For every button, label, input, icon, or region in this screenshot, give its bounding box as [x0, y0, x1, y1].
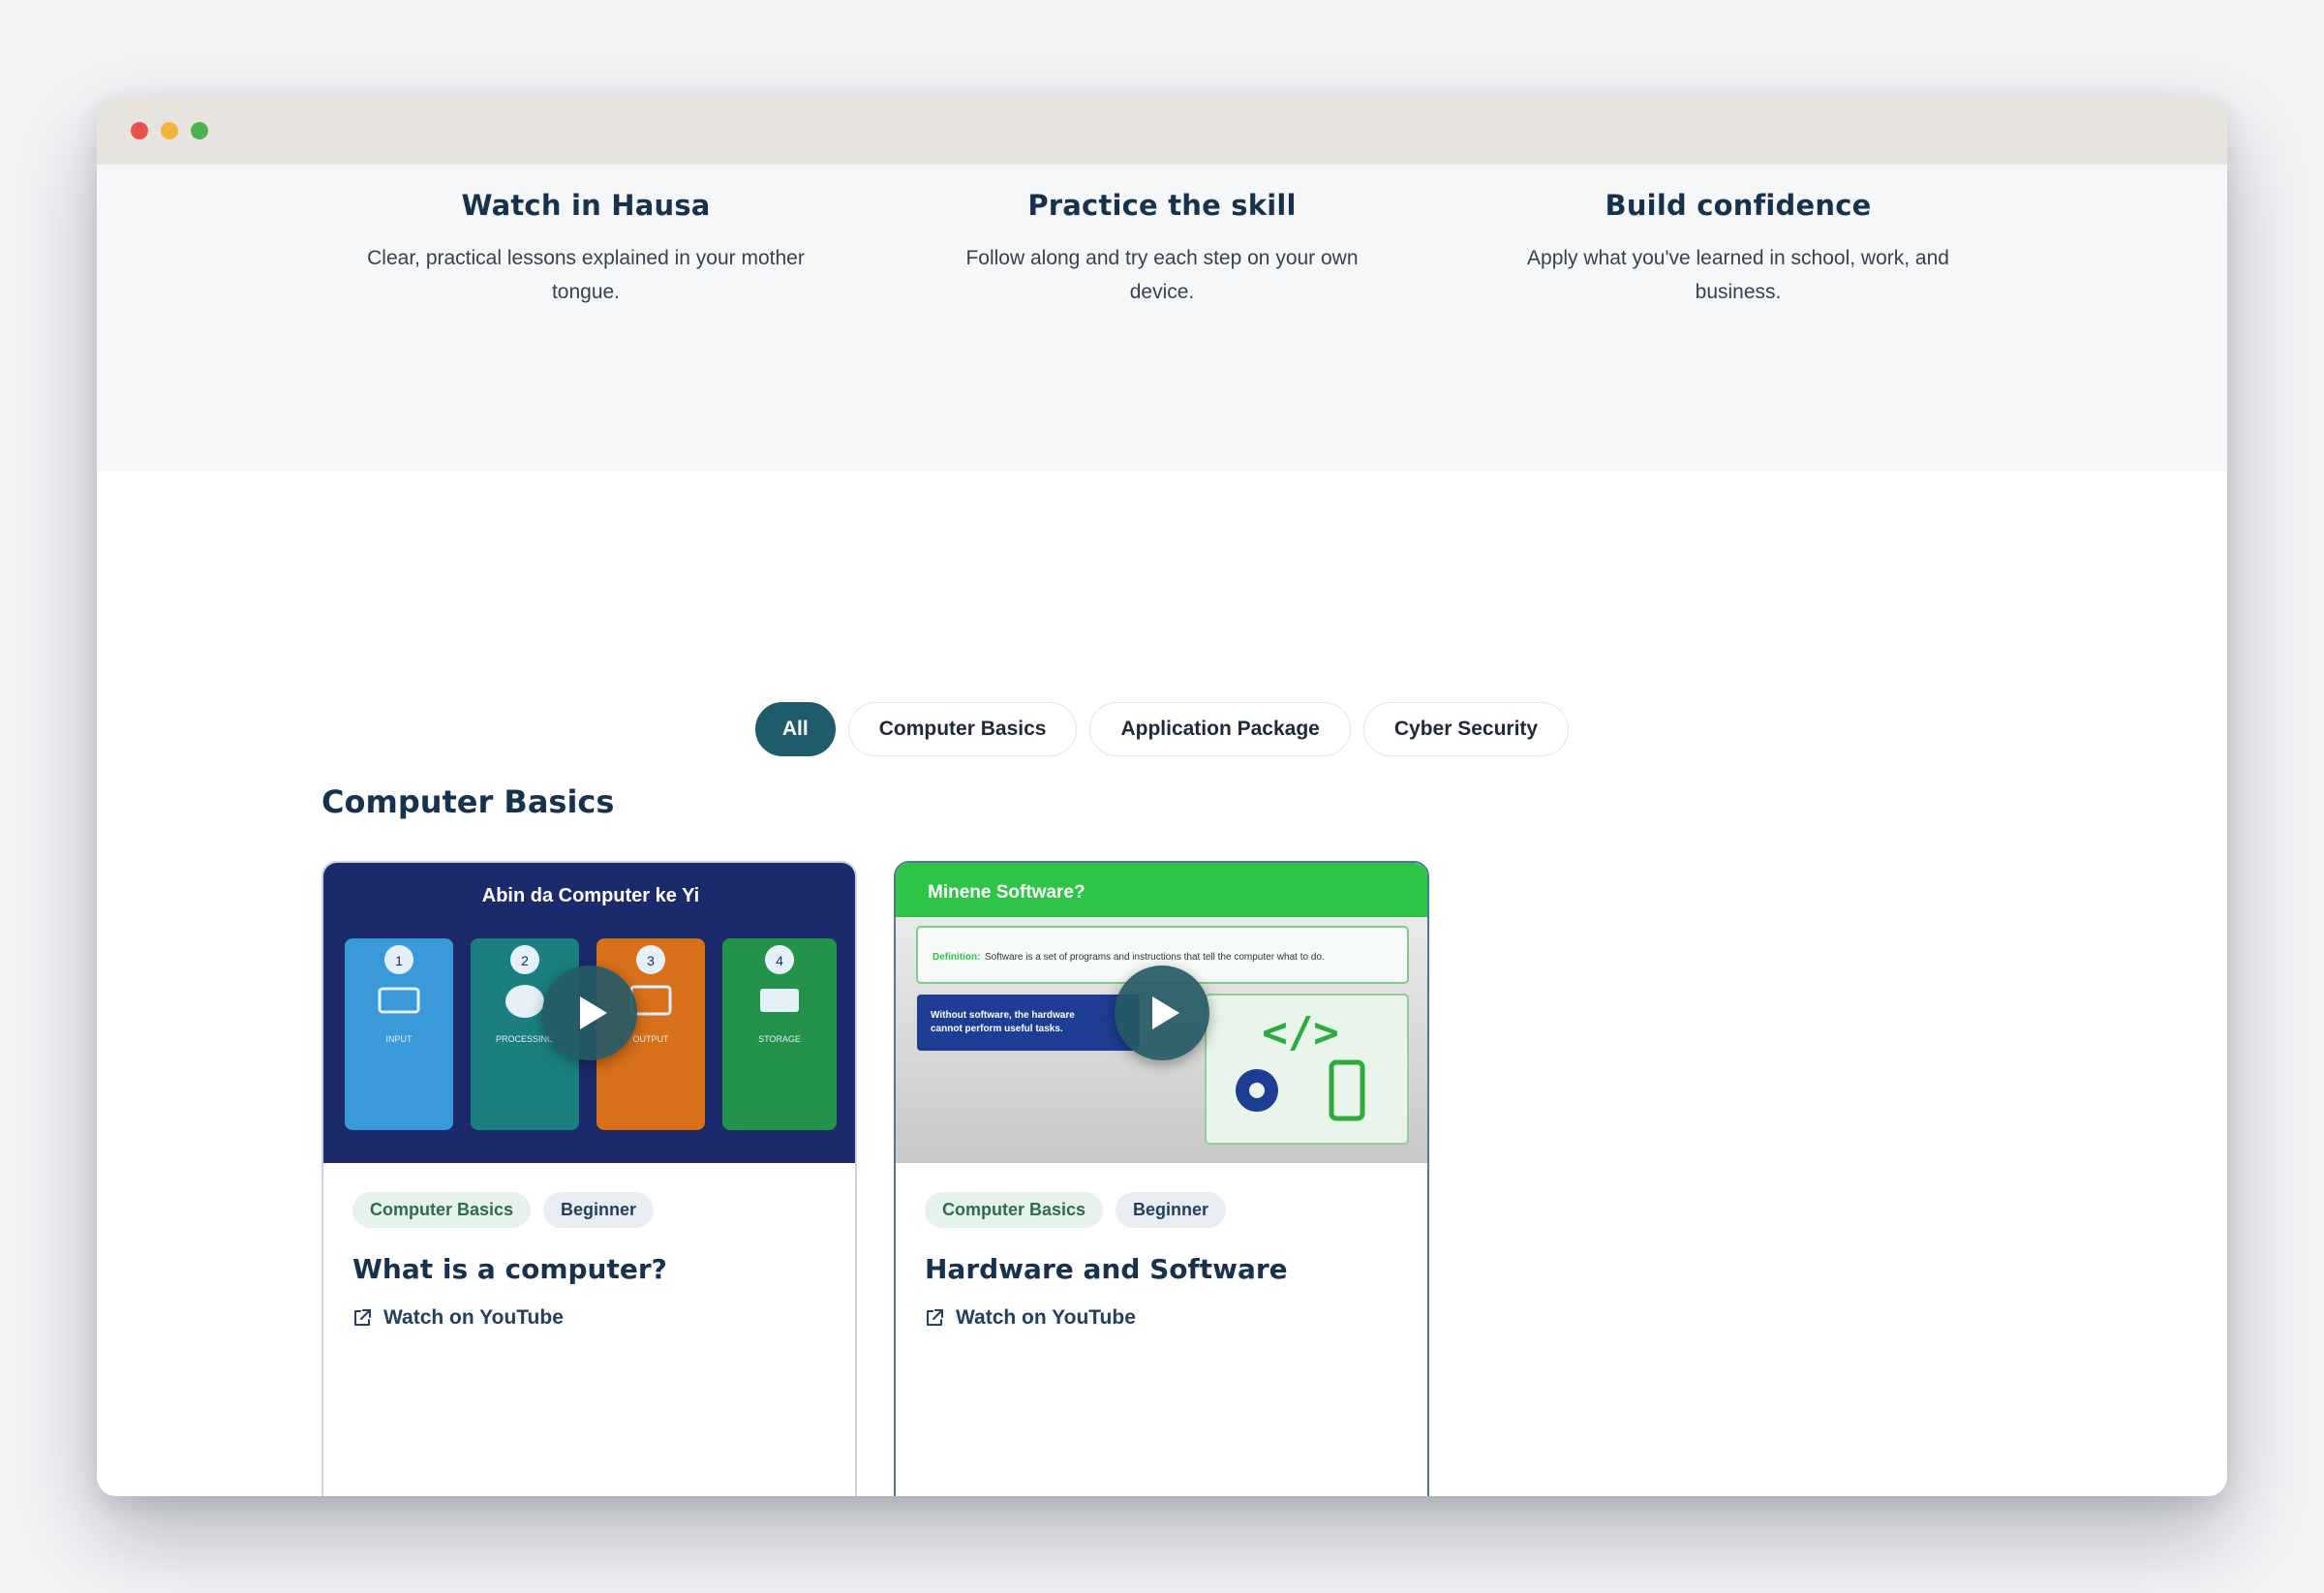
feature-title: Practice the skill	[1027, 189, 1297, 222]
card-tags: Computer Basics Beginner	[352, 1192, 826, 1228]
minimize-window-button[interactable]	[161, 122, 178, 139]
watch-on-youtube-link[interactable]: Watch on YouTube	[925, 1306, 1398, 1330]
video-thumbnail[interactable]: Abin da Computer ke Yi 1 INPUT 2 PROCESS…	[323, 863, 855, 1163]
svg-text:cannot perform useful tasks.: cannot perform useful tasks.	[931, 1024, 1063, 1034]
browser-window: Watch in Hausa Clear, practical lessons …	[97, 97, 2227, 1496]
svg-text:1: 1	[395, 953, 403, 968]
play-icon[interactable]	[1114, 965, 1209, 1060]
step-panel-storage: 4 STORAGE	[722, 938, 837, 1130]
feature-build-confidence: Build confidence Apply what you've learn…	[1511, 189, 1966, 309]
video-thumbnail[interactable]: Minene Software? Definition: Software is…	[896, 863, 1427, 1163]
svg-text:Without software, the hardware: Without software, the hardware	[931, 1010, 1075, 1021]
category-badge: Computer Basics	[352, 1192, 532, 1228]
feature-description: Follow along and try each step on your o…	[965, 247, 1359, 303]
close-window-button[interactable]	[131, 122, 148, 139]
feature-title: Watch in Hausa	[461, 189, 711, 222]
feature-description: Clear, practical lessons explained in yo…	[367, 247, 805, 303]
thumbnail-heading: Minene Software?	[928, 882, 1086, 903]
video-card-what-is-a-computer[interactable]: Abin da Computer ke Yi 1 INPUT 2 PROCESS…	[321, 861, 857, 1496]
filter-chip-cyber-security[interactable]: Cyber Security	[1362, 702, 1570, 756]
card-title: What is a computer?	[352, 1253, 667, 1285]
section-title: Computer Basics	[321, 783, 615, 820]
watch-on-youtube-label: Watch on YouTube	[956, 1306, 1136, 1329]
card-body: Computer Basics Beginner Hardware and So…	[896, 1163, 1427, 1330]
watch-on-youtube-link[interactable]: Watch on YouTube	[352, 1306, 826, 1330]
feature-description: Apply what you've learned in school, wor…	[1527, 247, 1949, 303]
svg-text:Definition:: Definition:	[933, 952, 980, 963]
video-card-hardware-and-software[interactable]: Minene Software? Definition: Software is…	[894, 861, 1429, 1496]
svg-text:4: 4	[776, 953, 783, 968]
filter-chip-application-package[interactable]: Application Package	[1089, 702, 1351, 756]
svg-text:INPUT: INPUT	[386, 1034, 413, 1044]
feature-title: Build confidence	[1605, 189, 1872, 222]
svg-text:2: 2	[521, 953, 529, 968]
svg-text:OUTPUT: OUTPUT	[633, 1034, 670, 1044]
card-title: Hardware and Software	[925, 1253, 1288, 1285]
features-section: Watch in Hausa Clear, practical lessons …	[97, 165, 2227, 472]
courses-section: All Computer Basics Application Package …	[97, 472, 2227, 1496]
step-panel-input: 1 INPUT	[345, 938, 453, 1130]
category-badge: Computer Basics	[925, 1192, 1104, 1228]
level-badge: Beginner	[543, 1192, 655, 1228]
filter-chip-computer-basics[interactable]: Computer Basics	[847, 702, 1078, 756]
svg-text:Software is a set of programs: Software is a set of programs and instru…	[985, 952, 1325, 963]
external-link-icon	[927, 1309, 943, 1326]
svg-text:3: 3	[647, 953, 655, 968]
window-titlebar	[97, 97, 2227, 165]
thumbnail-heading: Abin da Computer ke Yi	[482, 885, 699, 906]
maximize-window-button[interactable]	[191, 122, 208, 139]
play-icon[interactable]	[541, 965, 637, 1060]
feature-watch-in-hausa: Watch in Hausa Clear, practical lessons …	[358, 189, 813, 309]
feature-practice-the-skill: Practice the skill Follow along and try …	[934, 189, 1390, 309]
card-tags: Computer Basics Beginner	[925, 1192, 1398, 1228]
svg-text:</>: </>	[1262, 1008, 1338, 1057]
svg-text:STORAGE: STORAGE	[758, 1034, 801, 1044]
watch-on-youtube-label: Watch on YouTube	[383, 1306, 564, 1329]
level-badge: Beginner	[1116, 1192, 1227, 1228]
svg-text:PROCESSING: PROCESSING	[496, 1034, 554, 1044]
external-link-icon	[354, 1309, 371, 1326]
category-filter-bar: All Computer Basics Application Package …	[97, 702, 2227, 756]
filter-chip-all[interactable]: All	[754, 702, 836, 756]
card-body: Computer Basics Beginner What is a compu…	[323, 1163, 855, 1330]
